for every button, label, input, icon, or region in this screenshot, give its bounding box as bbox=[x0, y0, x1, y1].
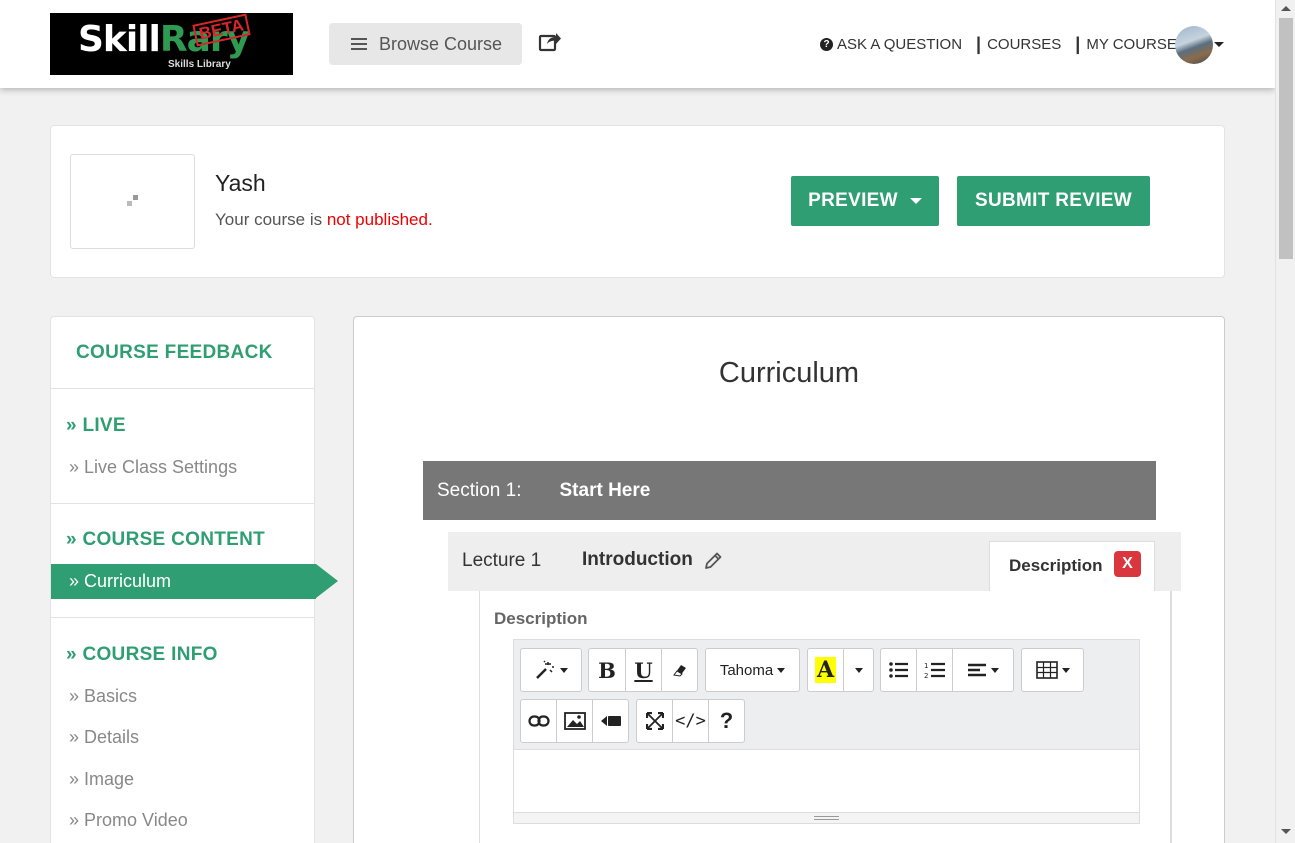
code-view-icon[interactable]: </> bbox=[672, 699, 709, 743]
insert-group bbox=[520, 699, 629, 743]
lecture-row[interactable]: Lecture 1 Introduction Description X bbox=[448, 532, 1181, 591]
broken-image-icon bbox=[127, 195, 139, 207]
publish-status: Your course is not published. bbox=[215, 210, 433, 230]
question-circle-icon: ? bbox=[820, 38, 833, 51]
table-group bbox=[1021, 648, 1084, 692]
divider bbox=[51, 503, 314, 504]
section-title: Start Here bbox=[559, 479, 651, 501]
para-group: 12 bbox=[880, 648, 1014, 692]
image-icon[interactable] bbox=[556, 699, 593, 743]
course-feedback-link[interactable]: COURSE FEEDBACK bbox=[76, 342, 273, 364]
close-button[interactable]: X bbox=[1114, 551, 1141, 577]
magic-icon[interactable] bbox=[520, 648, 582, 692]
scroll-thumb[interactable] bbox=[1279, 18, 1293, 259]
section-label: Section 1: bbox=[437, 479, 522, 501]
top-navbar: SkillRary BETA Skills Library Browse Cou… bbox=[0, 0, 1275, 88]
scroll-up-icon[interactable] bbox=[1281, 6, 1291, 11]
top-nav-links: ? ASK A QUESTION | COURSES | MY COURSE | bbox=[820, 34, 1202, 55]
nav-separator: | bbox=[976, 34, 982, 54]
description-label: Description bbox=[494, 609, 588, 628]
nav-separator: | bbox=[1075, 34, 1081, 54]
view-group: </> ? bbox=[636, 699, 745, 743]
sidebar-item-live-class-settings[interactable]: » Live Class Settings bbox=[69, 457, 237, 478]
editor-content-area[interactable] bbox=[514, 750, 1139, 812]
section-header[interactable]: Section 1: Start Here bbox=[423, 461, 1156, 520]
browse-course-label: Browse Course bbox=[379, 33, 503, 54]
color-glyph: A bbox=[814, 657, 837, 683]
rich-text-editor: B U Tahoma A 1 2 </> ? bbox=[513, 639, 1140, 824]
logo-tagline: Skills Library bbox=[168, 59, 231, 70]
sidebar-item-promo-video[interactable]: » Promo Video bbox=[69, 810, 188, 831]
sidebar-heading-live: » LIVE bbox=[66, 415, 126, 436]
my-course-link[interactable]: MY COURSE bbox=[1086, 36, 1177, 53]
link-icon[interactable] bbox=[520, 699, 557, 743]
svg-text:2: 2 bbox=[924, 672, 928, 679]
sidebar-heading-course-content: » COURSE CONTENT bbox=[66, 529, 266, 550]
underline-icon[interactable]: U bbox=[625, 648, 662, 692]
description-pane: Description B U Tahoma A 1 2 </> ? bbox=[479, 591, 1172, 843]
share-icon[interactable] bbox=[538, 31, 562, 53]
style-group bbox=[520, 648, 582, 692]
fullscreen-icon[interactable] bbox=[636, 699, 673, 743]
scroll-down-icon[interactable] bbox=[1281, 829, 1291, 834]
courses-link[interactable]: COURSES bbox=[987, 36, 1061, 53]
description-tab[interactable]: Description X bbox=[989, 541, 1155, 591]
table-icon[interactable] bbox=[1021, 648, 1084, 692]
page-scrollbar[interactable] bbox=[1275, 0, 1295, 843]
lecture-label: Lecture 1 bbox=[462, 550, 542, 571]
caret-down-icon bbox=[909, 198, 922, 204]
sidebar-item-basics[interactable]: » Basics bbox=[69, 686, 137, 707]
course-name: Yash bbox=[215, 170, 266, 196]
bullet-list-icon[interactable] bbox=[880, 648, 917, 692]
menu-bars-icon bbox=[351, 38, 367, 50]
divider bbox=[51, 388, 314, 389]
ask-question-link[interactable]: ? ASK A QUESTION bbox=[820, 36, 962, 53]
help-icon[interactable]: ? bbox=[708, 699, 745, 743]
skillrary-logo[interactable]: SkillRary BETA Skills Library bbox=[50, 13, 293, 75]
pencil-icon[interactable] bbox=[703, 551, 723, 571]
font-family-select[interactable]: Tahoma bbox=[705, 648, 800, 692]
divider bbox=[51, 617, 314, 618]
browse-course-button[interactable]: Browse Course bbox=[329, 23, 522, 65]
sidebar-item-image[interactable]: » Image bbox=[69, 769, 134, 790]
format-group: B U bbox=[588, 648, 698, 692]
ask-question-label: ASK A QUESTION bbox=[837, 36, 963, 53]
preview-label: PREVIEW bbox=[808, 190, 898, 211]
color-dropdown[interactable] bbox=[843, 648, 874, 692]
description-tab-label: Description bbox=[1009, 556, 1103, 575]
user-avatar[interactable] bbox=[1175, 26, 1213, 64]
page-title: Curriculum bbox=[718, 357, 860, 389]
submit-review-button[interactable]: SUBMIT REVIEW bbox=[957, 176, 1150, 226]
numbered-list-icon[interactable]: 12 bbox=[916, 648, 953, 692]
color-group: A bbox=[807, 648, 874, 692]
lecture-title: Introduction bbox=[582, 549, 693, 570]
highlight-color-icon[interactable]: A bbox=[807, 648, 844, 692]
bold-icon[interactable]: B bbox=[588, 648, 626, 692]
sidebar-item-details[interactable]: » Details bbox=[69, 727, 139, 748]
font-group: Tahoma bbox=[705, 648, 800, 692]
my-course-label: MY COURSE bbox=[1086, 36, 1177, 53]
status-value: not published. bbox=[326, 210, 433, 229]
course-thumbnail bbox=[70, 154, 195, 249]
align-icon[interactable] bbox=[952, 648, 1014, 692]
status-prefix: Your course is bbox=[215, 210, 327, 229]
sidebar-heading-course-info: » COURSE INFO bbox=[66, 644, 218, 665]
editor-toolbar: B U Tahoma A 1 2 </> ? bbox=[514, 640, 1139, 750]
logo-word-main: Skill bbox=[78, 19, 161, 60]
submit-review-label: SUBMIT REVIEW bbox=[975, 190, 1132, 211]
courses-label: COURSES bbox=[987, 36, 1062, 53]
video-icon[interactable] bbox=[592, 699, 629, 743]
curriculum-panel: Curriculum Section 1: Start Here Lecture… bbox=[353, 316, 1225, 843]
editor-resize-handle[interactable] bbox=[514, 812, 1139, 823]
active-pointer bbox=[316, 564, 338, 598]
svg-text:1: 1 bbox=[924, 662, 928, 670]
course-header-card: Yash Your course is not published. PREVI… bbox=[50, 125, 1225, 278]
font-family-value: Tahoma bbox=[719, 661, 774, 679]
eraser-icon[interactable] bbox=[661, 648, 698, 692]
course-sidebar: COURSE FEEDBACK » LIVE » Live Class Sett… bbox=[50, 316, 338, 843]
preview-button[interactable]: PREVIEW bbox=[791, 176, 939, 226]
caret-down-icon[interactable] bbox=[1214, 42, 1224, 47]
sidebar-item-curriculum[interactable]: » Curriculum bbox=[51, 564, 316, 599]
